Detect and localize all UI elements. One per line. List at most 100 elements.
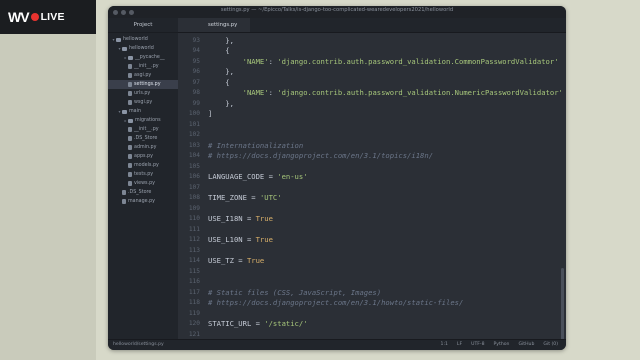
file-icon xyxy=(128,100,132,105)
code-text: USE_L10N = True xyxy=(208,235,273,244)
code-token: 'django.contrib.auth.password_validation… xyxy=(277,88,563,98)
tree-folder[interactable]: ▾ main xyxy=(108,107,178,116)
line-number: 118 xyxy=(188,299,200,307)
code-line[interactable]: 107 xyxy=(178,182,566,193)
project-panel-title[interactable]: Project xyxy=(108,18,178,33)
code-line[interactable]: 117 # Static files (CSS, JavaScript, Imag… xyxy=(178,287,566,298)
tree-folder[interactable]: ▾ helloworld xyxy=(108,35,178,44)
code-line[interactable]: 95 'NAME': 'django.contrib.auth.password… xyxy=(178,56,566,67)
code-line[interactable]: 104 # https://docs.djangoproject.com/en/3… xyxy=(178,151,566,162)
line-number: 113 xyxy=(188,246,200,254)
code-line[interactable]: 109 xyxy=(178,203,566,214)
brand-wordmark: WV xyxy=(8,9,30,25)
file-icon xyxy=(128,82,132,87)
code-line[interactable]: 103 # Internationalization xyxy=(178,140,566,151)
code-token: : xyxy=(268,56,278,66)
tree-file[interactable]: apps.py xyxy=(108,152,178,161)
line-number: 115 xyxy=(188,267,200,275)
code-line[interactable]: 113 xyxy=(178,245,566,256)
tree-folder[interactable]: ▸ migrations xyxy=(108,116,178,125)
code-line[interactable]: 119 xyxy=(178,308,566,319)
code-line[interactable]: 115 xyxy=(178,266,566,277)
status-encoding[interactable]: UTF-8 xyxy=(471,340,484,350)
tree-folder[interactable]: ▾ helloworld xyxy=(108,44,178,53)
tab-settings-py[interactable]: settings.py xyxy=(178,18,250,32)
line-number: 95 xyxy=(192,57,200,65)
folder-icon xyxy=(116,37,121,42)
file-icon xyxy=(128,181,132,186)
line-number: 107 xyxy=(188,183,200,191)
tree-item-label: tests.py xyxy=(134,172,154,177)
tree-item-label: .DS_Store xyxy=(134,136,158,141)
tree-file[interactable]: __init__.py xyxy=(108,125,178,134)
code-line[interactable]: 118 # https://docs.djangoproject.com/en/3… xyxy=(178,298,566,309)
tree-item-label: asgi.py xyxy=(134,73,152,78)
code-line[interactable]: 106 LANGUAGE_CODE = 'en-us' xyxy=(178,172,566,183)
code-line[interactable]: 110 USE_I18N = True xyxy=(178,214,566,225)
code-line[interactable]: 101 xyxy=(178,119,566,130)
status-github[interactable]: GitHub xyxy=(518,340,534,350)
code-line[interactable]: 96 }, xyxy=(178,67,566,78)
code-token: { xyxy=(208,46,230,56)
tree-file[interactable]: urls.py xyxy=(108,89,178,98)
tree-file[interactable]: admin.py xyxy=(108,143,178,152)
tree-file[interactable]: asgi.py xyxy=(108,71,178,80)
code-line[interactable]: 112 USE_L10N = True xyxy=(178,235,566,246)
editor-window: settings.py — ~/Epicco/Talks/is-django-t… xyxy=(108,6,566,350)
stream-logo: WV LIVE xyxy=(8,9,65,25)
status-cursor-position[interactable]: 1:1 xyxy=(441,340,448,350)
tree-file[interactable]: settings.py xyxy=(108,80,178,89)
code-line[interactable]: 121 xyxy=(178,329,566,340)
tree-file[interactable]: wsgi.py xyxy=(108,98,178,107)
code-line[interactable]: 102 xyxy=(178,130,566,141)
tree-file[interactable]: tests.py xyxy=(108,170,178,179)
line-number: 105 xyxy=(188,162,200,170)
tree-file[interactable]: .DS_Store xyxy=(108,188,178,197)
tree-folder[interactable]: ▸ __pycache__ xyxy=(108,53,178,62)
code-line[interactable]: 97 { xyxy=(178,77,566,88)
tree-file[interactable]: __init__.py xyxy=(108,62,178,71)
code-text: LANGUAGE_CODE = 'en-us' xyxy=(208,172,308,181)
status-git[interactable]: Git (0) xyxy=(543,340,558,350)
tree-file[interactable]: .DS_Store xyxy=(108,134,178,143)
code-editor[interactable]: 93 }, 94 {95 'NAME': 'django.contrib.auth… xyxy=(178,33,566,350)
code-token: # https://docs.djangoproject.com/en/3.1/… xyxy=(208,151,434,161)
line-number: 109 xyxy=(188,204,200,212)
line-number: 116 xyxy=(188,278,200,286)
file-icon xyxy=(128,154,132,159)
code-text: { xyxy=(208,78,229,87)
code-text: 'NAME': 'django.contrib.auth.password_va… xyxy=(208,57,559,66)
code-line[interactable]: 98 'NAME': 'django.contrib.auth.password… xyxy=(178,88,566,99)
line-number: 93 xyxy=(192,36,200,44)
tree-file[interactable]: manage.py xyxy=(108,197,178,206)
code-text: }, xyxy=(208,36,234,45)
code-line[interactable]: 94 { xyxy=(178,46,566,57)
status-line-ending[interactable]: LF xyxy=(457,340,462,350)
file-icon xyxy=(122,190,126,195)
code-token: TIME_ZONE = xyxy=(208,193,260,203)
status-language[interactable]: Python xyxy=(494,340,510,350)
code-line[interactable]: 111 xyxy=(178,224,566,235)
line-number: 104 xyxy=(188,152,200,160)
code-line[interactable]: 105 xyxy=(178,161,566,172)
tree-file[interactable]: views.py xyxy=(108,179,178,188)
tree-item-label: __init__.py xyxy=(134,64,159,69)
line-number: 121 xyxy=(188,330,200,338)
code-line[interactable]: 99 }, xyxy=(178,98,566,109)
code-line[interactable]: 100] xyxy=(178,109,566,120)
code-text: TIME_ZONE = 'UTC' xyxy=(208,193,282,202)
code-token: }, xyxy=(208,98,234,108)
tree-file[interactable]: models.py xyxy=(108,161,178,170)
code-line[interactable]: 93 }, xyxy=(178,35,566,46)
code-line[interactable]: 120 STATIC_URL = '/static/' xyxy=(178,319,566,330)
status-file-path[interactable]: helloworld/settings.py xyxy=(113,340,164,350)
code-line[interactable]: 108 TIME_ZONE = 'UTC' xyxy=(178,193,566,204)
code-text: ] xyxy=(208,109,212,118)
code-token: }, xyxy=(208,35,234,45)
file-tree: ▾ helloworld ▾ helloworld ▸ __pycache__ __init… xyxy=(108,33,178,206)
code-text: STATIC_URL = '/static/' xyxy=(208,319,308,328)
code-token: 'NAME' xyxy=(242,88,269,98)
code-line[interactable]: 116 xyxy=(178,277,566,288)
code-token: 'UTC' xyxy=(259,193,282,203)
code-line[interactable]: 114 USE_TZ = True xyxy=(178,256,566,267)
